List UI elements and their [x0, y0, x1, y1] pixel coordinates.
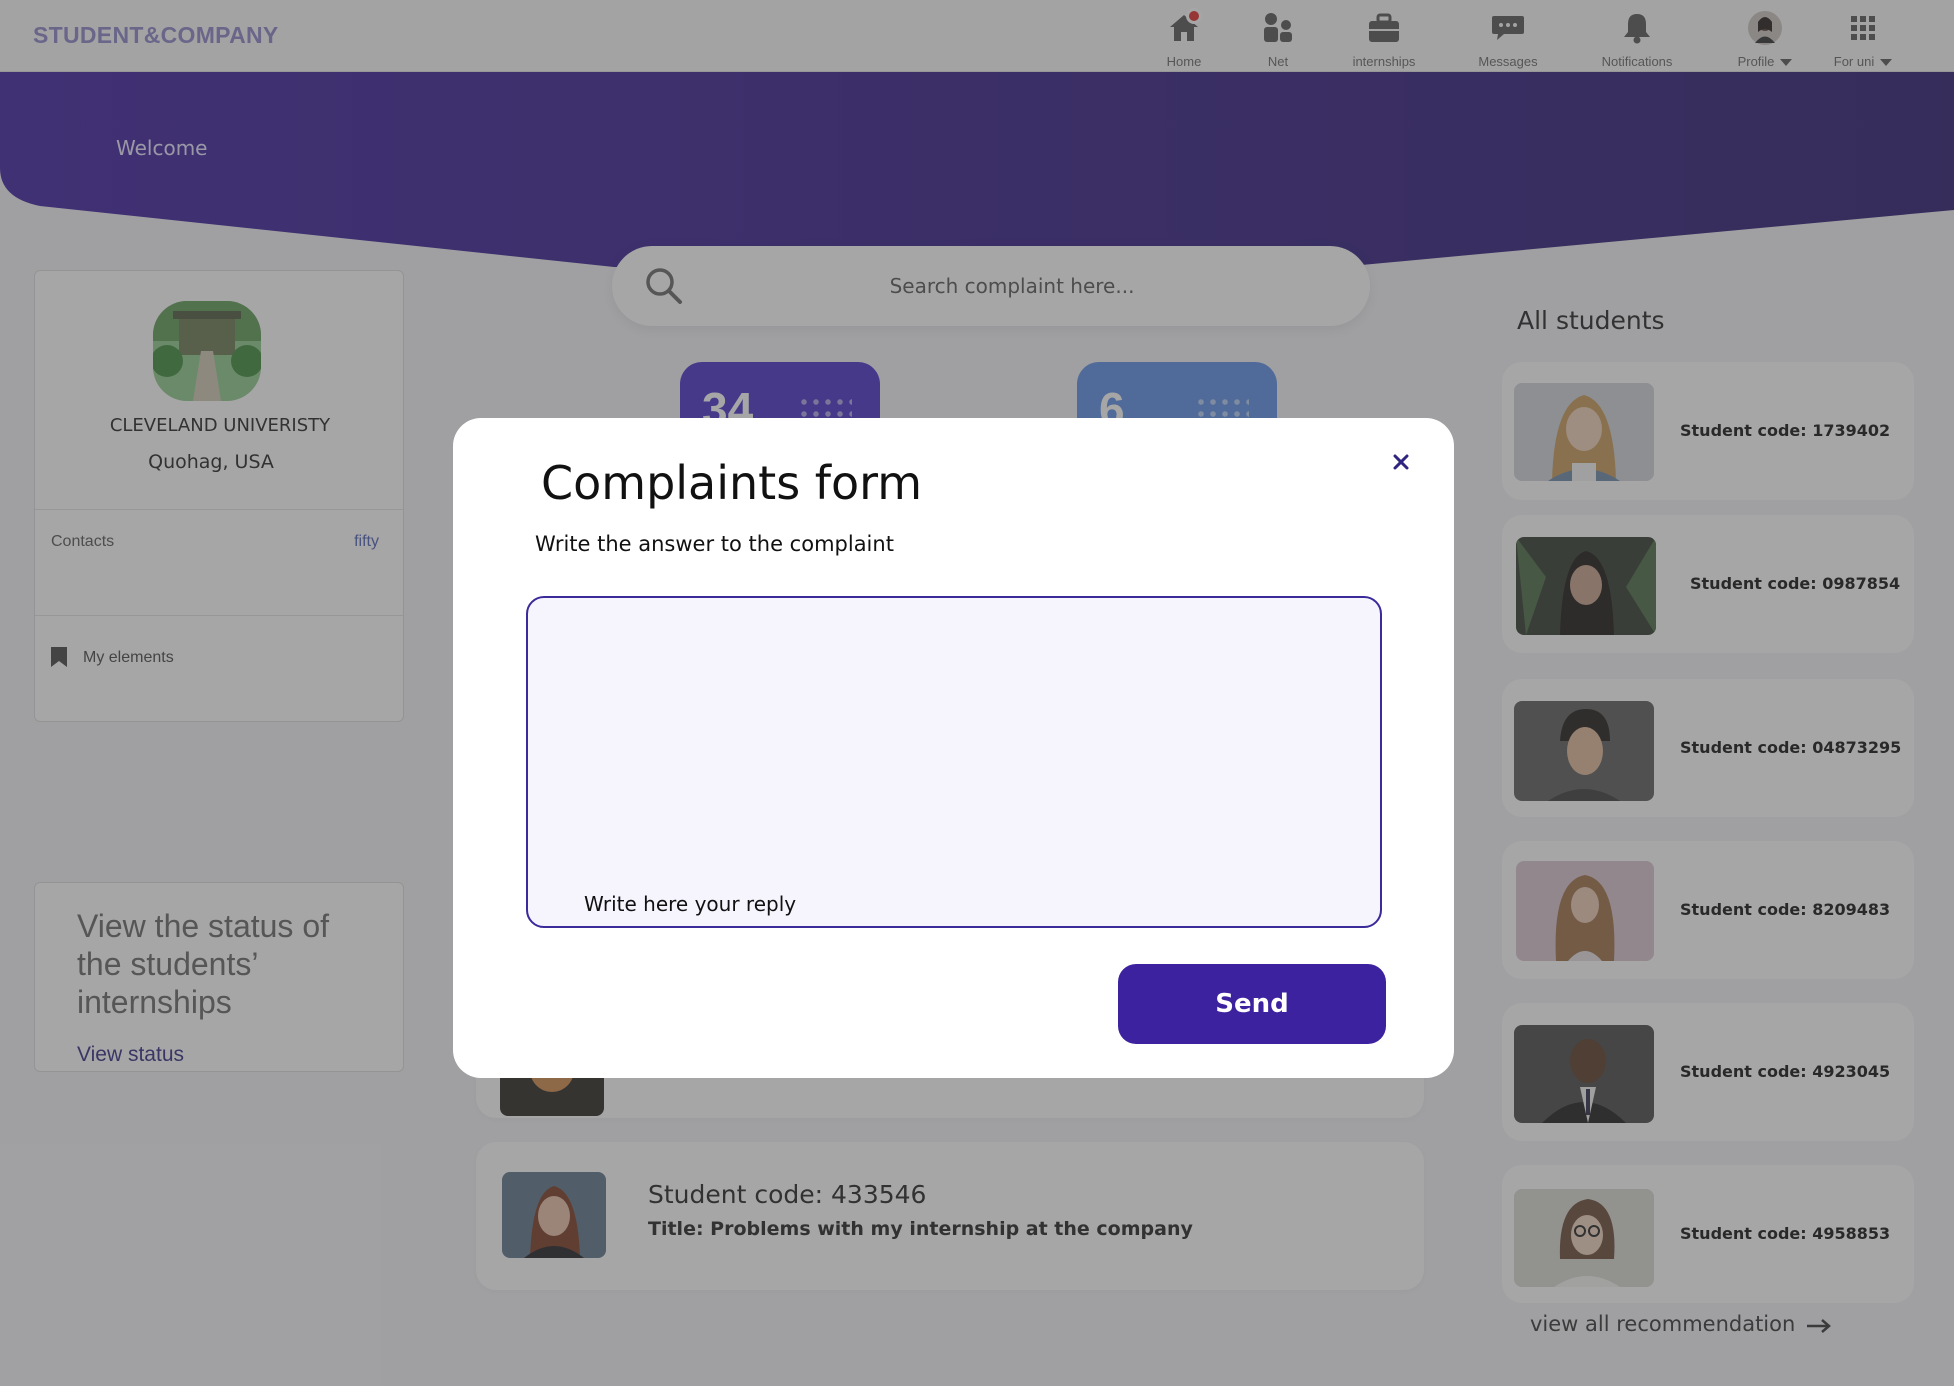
close-icon [1387, 454, 1415, 479]
reply-textarea[interactable] [528, 598, 1380, 926]
modal-subtitle: Write the answer to the complaint [535, 532, 894, 556]
reply-field[interactable] [526, 596, 1382, 928]
complaints-form-dialog: Complaints form Write the answer to the … [453, 418, 1454, 1078]
modal-title: Complaints form [541, 456, 923, 510]
close-button[interactable] [1387, 448, 1415, 476]
send-button[interactable]: Send [1118, 964, 1386, 1044]
